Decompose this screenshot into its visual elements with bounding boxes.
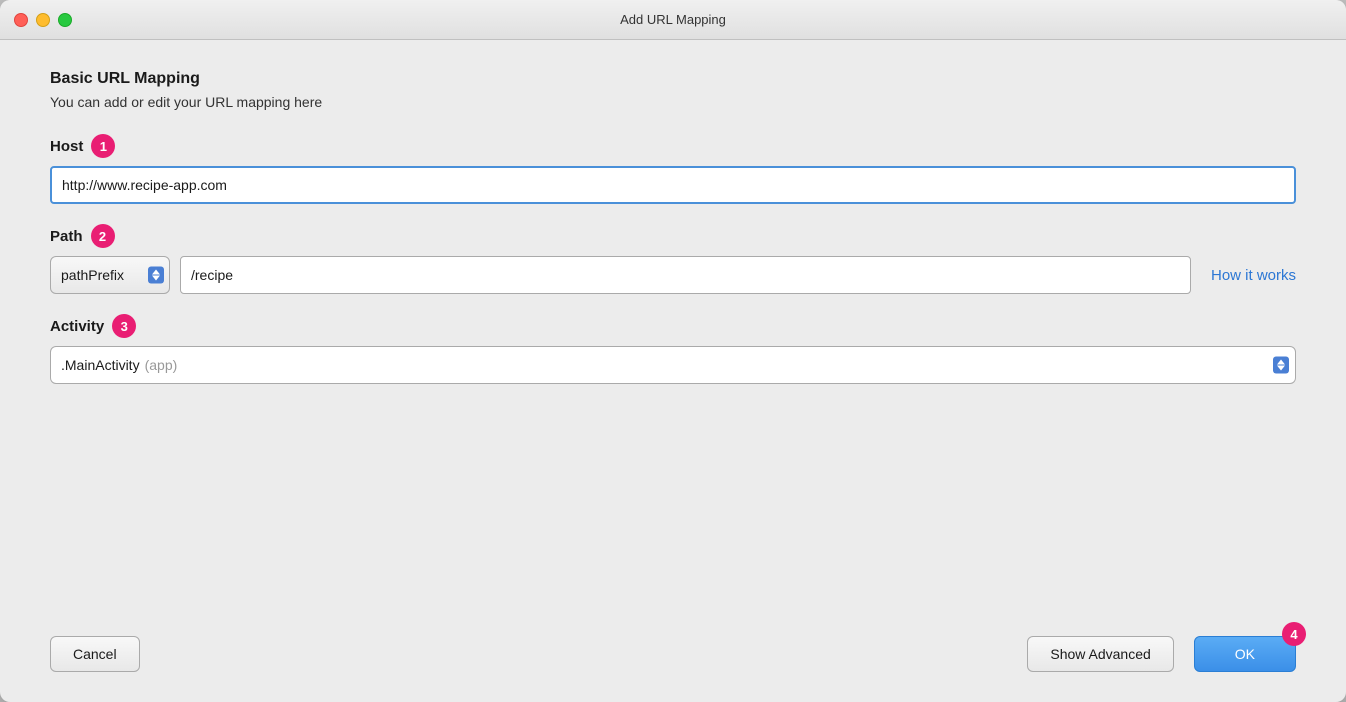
host-label: Host — [50, 138, 83, 155]
host-field-group: Host 1 — [50, 134, 1296, 204]
titlebar: Add URL Mapping — [0, 0, 1346, 40]
path-select-wrapper: pathPrefix pathPattern pathLiteral — [50, 256, 170, 294]
path-field-group: Path 2 pathPrefix pathPattern pathLitera… — [50, 224, 1296, 294]
host-label-row: Host 1 — [50, 134, 1296, 158]
activity-badge: 3 — [112, 314, 136, 338]
ok-wrapper: 4 OK — [1194, 636, 1296, 672]
activity-arrows-icon[interactable] — [1273, 357, 1289, 374]
ok-button[interactable]: OK — [1194, 636, 1296, 672]
path-input[interactable] — [180, 256, 1191, 294]
activity-arrow-up-icon — [1277, 360, 1285, 365]
path-label-row: Path 2 — [50, 224, 1296, 248]
window-title: Add URL Mapping — [620, 12, 726, 27]
main-window: Add URL Mapping Basic URL Mapping You ca… — [0, 0, 1346, 702]
activity-label-row: Activity 3 — [50, 314, 1296, 338]
activity-arrow-down-icon — [1277, 366, 1285, 371]
footer: Cancel Show Advanced 4 OK — [0, 616, 1346, 702]
section-title: Basic URL Mapping — [50, 70, 1296, 88]
cancel-button[interactable]: Cancel — [50, 636, 140, 672]
host-input[interactable] — [50, 166, 1296, 204]
maximize-button[interactable] — [58, 13, 72, 27]
section-subtitle: You can add or edit your URL mapping her… — [50, 94, 1296, 110]
how-it-works-link[interactable]: How it works — [1211, 267, 1296, 284]
host-badge: 1 — [91, 134, 115, 158]
activity-sub-text: (app) — [145, 357, 178, 373]
content-area: Basic URL Mapping You can add or edit yo… — [0, 40, 1346, 616]
activity-label: Activity — [50, 318, 104, 335]
path-type-select[interactable]: pathPrefix pathPattern pathLiteral — [50, 256, 170, 294]
activity-display[interactable]: .MainActivity (app) — [50, 346, 1296, 384]
path-input-row: pathPrefix pathPattern pathLiteral How i… — [50, 256, 1296, 294]
footer-right: Show Advanced 4 OK — [1027, 636, 1296, 672]
show-advanced-wrapper: Show Advanced — [1027, 636, 1173, 672]
activity-field-group: Activity 3 .MainActivity (app) — [50, 314, 1296, 384]
path-label: Path — [50, 228, 83, 245]
ok-badge: 4 — [1282, 622, 1306, 646]
activity-main-text: .MainActivity — [61, 357, 140, 373]
titlebar-buttons — [14, 13, 72, 27]
path-badge: 2 — [91, 224, 115, 248]
close-button[interactable] — [14, 13, 28, 27]
minimize-button[interactable] — [36, 13, 50, 27]
show-advanced-button[interactable]: Show Advanced — [1027, 636, 1173, 672]
